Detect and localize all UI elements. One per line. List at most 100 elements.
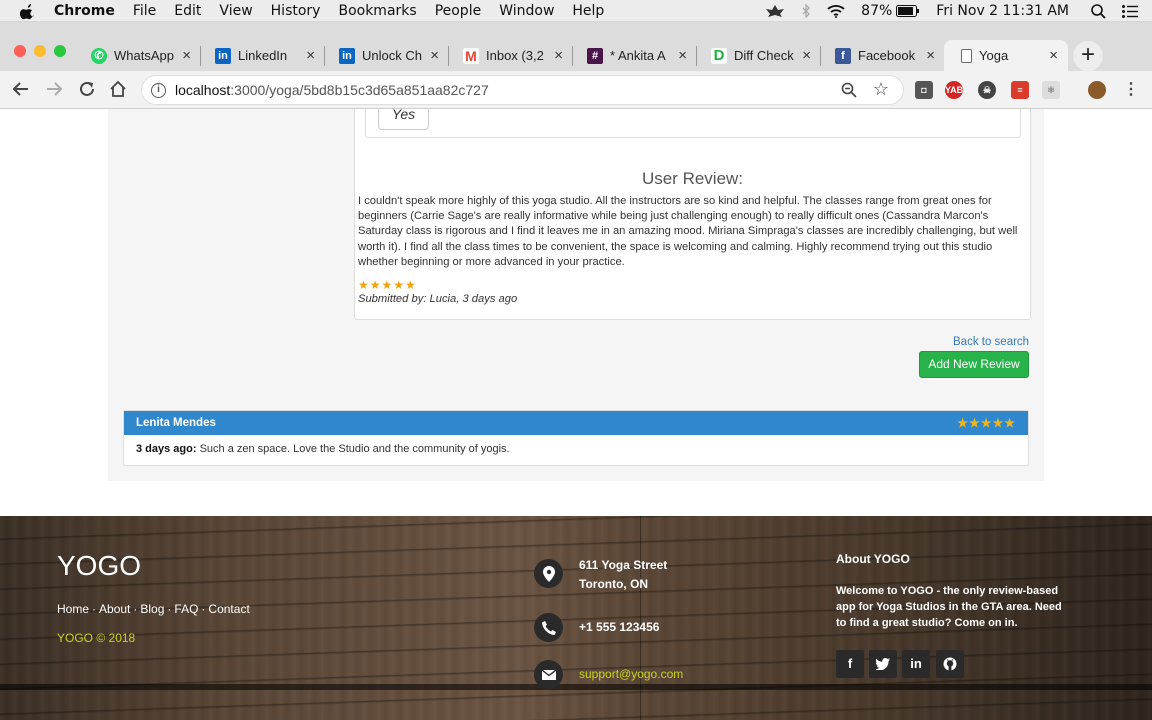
battery-icon[interactable]: [896, 5, 920, 17]
address-bar[interactable]: i localhost:3000/yoga/5bd8b15c3d65a851aa…: [141, 75, 904, 105]
reload-icon[interactable]: [77, 80, 97, 100]
back-arrow-icon[interactable]: [11, 80, 31, 100]
tab-title: Inbox (3,2: [486, 48, 544, 63]
new-tab-button[interactable]: +: [1073, 41, 1103, 71]
add-new-review-button[interactable]: Add New Review: [919, 351, 1029, 378]
github-icon[interactable]: [936, 650, 964, 678]
question-box: [365, 109, 1021, 138]
footer-email-link[interactable]: support@yogo.com: [579, 665, 683, 684]
tab-whatsapp[interactable]: ✆ WhatsApp ×: [77, 40, 201, 71]
url-text: localhost:3000/yoga/5bd8b15c3d65a851aa82…: [175, 82, 489, 98]
comment-header: Lenita Mendes ★★★★★: [124, 411, 1028, 435]
menu-file[interactable]: File: [133, 2, 156, 20]
site-info-icon[interactable]: i: [151, 83, 166, 98]
review-heading: User Review:: [641, 169, 744, 188]
footer-link-about[interactable]: About: [99, 602, 130, 616]
linkedin-icon[interactable]: in: [902, 650, 930, 678]
wifi-icon[interactable]: [827, 4, 845, 18]
map-marker-icon: [534, 559, 563, 588]
extension-todo-icon[interactable]: ≡: [1011, 81, 1029, 99]
tab-title: Yoga: [979, 48, 1009, 63]
bluetooth-icon[interactable]: [801, 4, 811, 18]
apple-icon[interactable]: [20, 2, 36, 20]
notification-center-icon[interactable]: [1122, 4, 1138, 18]
tab-close-icon[interactable]: ×: [926, 47, 935, 64]
menu-people[interactable]: People: [435, 2, 482, 20]
footer-address: 611 Yoga Street Toronto, ON: [579, 556, 667, 594]
footer-link-faq[interactable]: FAQ: [174, 602, 198, 616]
tab-facebook[interactable]: f Facebook ×: [821, 40, 945, 71]
footer-link-blog[interactable]: Blog: [140, 602, 164, 616]
footer-link-home[interactable]: Home: [57, 602, 89, 616]
menu-edit[interactable]: Edit: [174, 2, 201, 20]
extension-yab-icon[interactable]: YAB: [945, 81, 963, 99]
menu-window[interactable]: Window: [499, 2, 554, 20]
zoom-icon[interactable]: [841, 82, 857, 103]
extension-ghost-icon[interactable]: ☠: [978, 81, 996, 99]
url-path: :3000/yoga/5bd8b15c3d65a851aa82c727: [230, 82, 489, 98]
address-line2: Toronto, ON: [579, 577, 649, 591]
tab-close-icon[interactable]: ×: [802, 47, 811, 64]
comment-body: 3 days ago: Such a zen space. Love the S…: [124, 435, 1028, 463]
phone-icon: [534, 613, 563, 642]
linkedin-icon: in: [215, 47, 231, 64]
comment-text: Such a zen space. Love the Studio and th…: [196, 443, 510, 455]
tab-yoga-active[interactable]: Yoga ×: [944, 40, 1068, 71]
diffchecker-icon: D: [711, 47, 727, 64]
tab-close-icon[interactable]: ×: [678, 47, 687, 64]
footer-about-text: Welcome to YOGO - the only review-based …: [836, 585, 1062, 629]
chrome-menu-icon[interactable]: ⋮: [1122, 81, 1140, 99]
tab-gmail-inbox[interactable]: M Inbox (3,2 ×: [449, 40, 573, 71]
clock[interactable]: Fri Nov 2 11:31 AM: [936, 2, 1069, 20]
window-minimize-button[interactable]: [34, 45, 46, 57]
footer-about-heading: About YOGO: [836, 552, 910, 566]
tab-close-icon[interactable]: ×: [430, 47, 439, 64]
linkedin-icon: in: [339, 47, 355, 64]
address-line1: 611 Yoga Street: [579, 558, 668, 572]
answer-yes: Yes: [378, 109, 429, 130]
footer-copyright: YOGO © 2018: [57, 631, 136, 645]
menu-view[interactable]: View: [219, 2, 252, 20]
tab-close-icon[interactable]: ×: [554, 47, 563, 64]
tab-close-icon[interactable]: ×: [306, 47, 315, 64]
comment-author: Lenita Mendes: [136, 417, 216, 429]
menu-history[interactable]: History: [271, 2, 321, 20]
footer-nav: Home · About · Blog · FAQ · Contact: [57, 602, 250, 616]
tab-close-icon[interactable]: ×: [1049, 47, 1058, 64]
facebook-icon[interactable]: f: [836, 650, 864, 678]
tab-diffchecker[interactable]: D Diff Check ×: [697, 40, 821, 71]
menu-help[interactable]: Help: [572, 2, 604, 20]
twitter-icon[interactable]: [869, 650, 897, 678]
profile-avatar[interactable]: [1088, 81, 1106, 99]
facebook-icon: f: [835, 47, 851, 64]
tab-slack[interactable]: # * Ankita A ×: [573, 40, 697, 71]
home-icon[interactable]: [108, 80, 128, 100]
page-content: Yes User Review: I couldn't speak more h…: [0, 109, 1152, 720]
bookmark-star-icon[interactable]: ☆: [873, 79, 889, 100]
tab-title: Diff Check: [734, 48, 794, 63]
spotlight-search-icon[interactable]: [1091, 3, 1106, 19]
forward-arrow-icon[interactable]: [44, 80, 64, 100]
footer-link-contact[interactable]: Contact: [208, 602, 249, 616]
extension-password-icon[interactable]: ◘: [915, 81, 933, 99]
review-rating-stars: ★★★★★: [358, 278, 417, 292]
tab-close-icon[interactable]: ×: [182, 47, 191, 64]
window-close-button[interactable]: [14, 45, 26, 57]
menu-app-chrome[interactable]: Chrome: [54, 2, 115, 20]
page-icon: [961, 48, 972, 63]
back-to-search-link[interactable]: Back to search: [953, 336, 1029, 348]
review-submitted-by: Submitted by: Lucia, 3 days ago: [358, 293, 518, 305]
review-text: I couldn't speak more highly of this yog…: [358, 195, 1018, 268]
slack-icon: #: [587, 47, 603, 64]
extension-react-icon[interactable]: ⚛: [1042, 81, 1060, 99]
tab-unlock[interactable]: in Unlock Ch ×: [325, 40, 449, 71]
url-host: localhost: [175, 82, 231, 98]
menu-bookmarks[interactable]: Bookmarks: [338, 2, 416, 20]
tab-linkedin[interactable]: in LinkedIn ×: [201, 40, 325, 71]
comment-rating-stars: ★★★★★: [957, 416, 1016, 430]
footer-logo[interactable]: YOGO: [57, 550, 141, 582]
tab-title: WhatsApp: [114, 48, 174, 63]
window-zoom-button[interactable]: [54, 45, 66, 57]
status-app-icon[interactable]: [765, 4, 785, 18]
battery-percent: 87%: [861, 3, 893, 19]
